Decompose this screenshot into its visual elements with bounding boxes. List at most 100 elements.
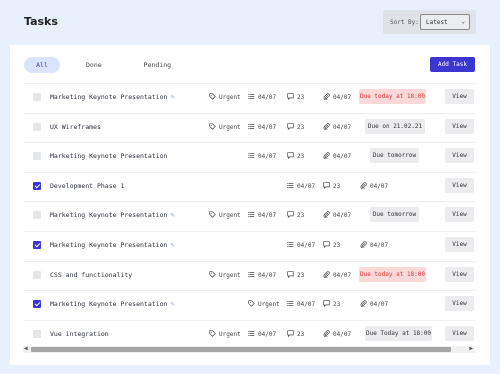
attachment-date: 04/07: [323, 270, 351, 280]
view-button[interactable]: View: [445, 237, 474, 252]
edit-icon[interactable]: ✎: [170, 93, 174, 101]
comment-count-text: 23: [297, 153, 305, 161]
task-checkbox[interactable]: [33, 270, 41, 279]
date-text: 04/07: [258, 330, 277, 338]
checklist-icon: [248, 211, 258, 220]
paperclip-icon: [323, 330, 333, 339]
subtask-date: 04/07: [248, 211, 276, 220]
task-checkbox[interactable]: [33, 93, 41, 101]
paperclip-icon: [323, 211, 333, 220]
edit-icon[interactable]: ✎: [170, 211, 174, 219]
comment-icon: [323, 182, 333, 191]
checklist-icon: [248, 152, 258, 161]
paperclip-icon: [360, 182, 370, 191]
subtask-date: 04/07: [248, 271, 276, 280]
task-checkbox[interactable]: [33, 211, 41, 220]
attachment-date: 04/07: [323, 93, 351, 102]
task-checkbox[interactable]: [33, 152, 41, 161]
view-button[interactable]: View: [445, 89, 474, 104]
task-title[interactable]: Development Phase 1: [50, 182, 124, 190]
view-button[interactable]: View: [445, 148, 474, 164]
tab-done[interactable]: Done: [74, 57, 114, 73]
tasks-panel: All Done Pending Add Task Marketing Keyn…: [10, 45, 490, 365]
comment-count-text: 23: [333, 301, 341, 309]
scroll-right-icon[interactable]: ▶: [469, 345, 473, 352]
task-checkbox[interactable]: [33, 122, 41, 131]
date-text: 04/07: [258, 123, 277, 131]
edit-icon[interactable]: ✎: [170, 300, 174, 308]
task-title[interactable]: UX Wireframes: [50, 123, 101, 131]
due-status-badge: Due tomorrow: [370, 207, 419, 223]
view-button[interactable]: View: [445, 266, 474, 282]
comment-count-text: 23: [297, 123, 305, 131]
view-button[interactable]: View: [445, 296, 474, 312]
task-checkbox[interactable]: [33, 329, 41, 338]
comment-icon: [287, 152, 297, 161]
scroll-left-icon[interactable]: ◀: [24, 345, 28, 352]
due-status-badge: Due today at 18:00: [359, 89, 426, 104]
task-row: UX Wireframes Urgent 04/07 23 04/07 Due on 21…: [23, 112, 475, 139]
task-title-text: Marketing Keynote Presentation: [50, 93, 168, 101]
task-checkbox[interactable]: [33, 300, 41, 309]
comment-count: 23: [287, 211, 304, 220]
task-title[interactable]: Marketing Keynote Presentation ✎: [50, 241, 175, 249]
task-title-text: UX Wireframes: [50, 122, 101, 131]
tag-label: Urgent: [219, 330, 241, 338]
due-status-badge: Due on 21.02.21: [365, 118, 425, 134]
comment-icon: [287, 330, 297, 339]
tag-icon: [248, 300, 258, 309]
attachment-date-text: 04/07: [333, 330, 352, 338]
checklist-icon: [248, 271, 258, 280]
task-title[interactable]: Marketing Keynote Presentation ✎: [50, 93, 175, 101]
paperclip-icon: [360, 300, 370, 309]
task-title[interactable]: Marketing Keynote Presentation ✎: [50, 300, 175, 308]
task-checkbox[interactable]: [33, 241, 41, 249]
comment-count: 23: [323, 241, 340, 250]
date-text: 04/07: [297, 301, 316, 309]
view-button[interactable]: View: [445, 325, 474, 341]
due-status-badge: Due tomorrow: [370, 148, 419, 164]
horizontal-scrollbar[interactable]: ◀ ▶: [23, 345, 475, 353]
tag-icon: [209, 270, 219, 280]
comment-count: 23: [287, 270, 305, 280]
task-list: Marketing Keynote Presentation ✎ Urgent 04/…: [23, 83, 475, 345]
edit-icon[interactable]: ✎: [170, 241, 174, 249]
comment-count-text: 23: [333, 242, 341, 249]
comment-count: 23: [287, 93, 304, 102]
tag-label: Urgent: [219, 123, 241, 131]
view-button[interactable]: View: [445, 118, 474, 134]
date-text: 04/07: [297, 242, 316, 249]
task-row: Development Phase 104/072304/07View›: [23, 171, 475, 198]
task-title[interactable]: Marketing Keynote Presentation: [50, 152, 167, 160]
tab-pending[interactable]: Pending: [132, 57, 183, 73]
sort-select[interactable]: Latest ⌄: [420, 14, 470, 30]
view-button[interactable]: View: [445, 177, 474, 193]
comment-count-text: 23: [297, 271, 305, 279]
task-row: Marketing Keynote Presentation ✎ Urgent 04/…: [23, 290, 475, 316]
paperclip-icon: [323, 152, 333, 161]
comment-icon: [287, 122, 297, 132]
priority-tag: Urgent: [209, 330, 241, 339]
checklist-icon: [248, 330, 258, 339]
date-text: 04/07: [258, 212, 277, 220]
tab-all[interactable]: All: [24, 57, 60, 73]
date-text: 04/07: [258, 153, 277, 161]
view-button[interactable]: View: [445, 207, 474, 223]
attachment-date: 04/07: [360, 300, 388, 309]
task-checkbox[interactable]: [33, 181, 41, 190]
scrollbar-thumb[interactable]: [31, 347, 451, 352]
comment-count: 23: [287, 122, 305, 132]
date-text: 04/07: [297, 182, 316, 190]
task-row: Marketing Keynote Presentation 04/07 23 04/…: [23, 142, 475, 168]
priority-tag: Urgent: [209, 93, 241, 102]
checklist-icon: [248, 123, 258, 132]
task-title[interactable]: CSS and functionality: [50, 271, 132, 279]
tag-icon: [209, 330, 219, 339]
task-row: Marketing Keynote Presentation ✎ 04/07 23 04…: [23, 231, 475, 257]
attachment-date-text: 04/07: [370, 182, 389, 190]
task-title[interactable]: Marketing Keynote Presentation ✎: [50, 211, 175, 219]
sort-control: Sort By: Latest ⌄: [383, 10, 476, 34]
task-title[interactable]: Vue integration: [50, 330, 109, 338]
paperclip-icon: [323, 93, 333, 102]
add-task-button[interactable]: Add Task: [430, 57, 475, 72]
